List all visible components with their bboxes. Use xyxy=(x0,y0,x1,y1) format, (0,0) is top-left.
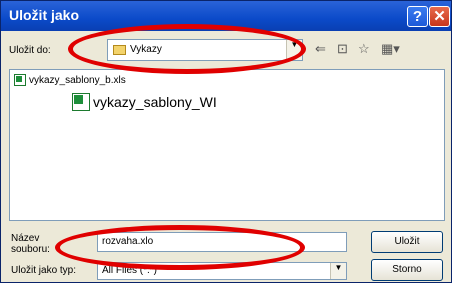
dialog-title: Uložit jako xyxy=(9,7,80,23)
cancel-button[interactable]: Storno xyxy=(371,259,443,281)
filename-label-line2: souboru: xyxy=(11,244,50,255)
filename-label: Název xyxy=(11,233,40,244)
xls-file-icon xyxy=(14,74,26,86)
filename-input[interactable]: rozvaha.xlo xyxy=(97,232,347,252)
lookin-label: Uložit do: xyxy=(9,45,51,56)
chevron-down-icon[interactable]: ▼ xyxy=(286,40,302,60)
chevron-down-icon[interactable]: ▼ xyxy=(330,263,346,279)
file-list: vykazy_sablony_b.xls vykazy_sablony_WI xyxy=(9,69,445,221)
filetype-select[interactable]: All Files (*.*) ▼ xyxy=(97,262,347,280)
back-arrow-icon[interactable]: ⇐ xyxy=(315,41,326,57)
save-as-dialog: Uložit jako ? ✕ Uložit do: Vykazy ▼ ⇐ ⊡ … xyxy=(0,0,452,283)
close-icon[interactable]: ✕ xyxy=(429,6,450,27)
folder-icon xyxy=(113,45,126,55)
list-item[interactable]: vykazy_sablony_b.xls xyxy=(14,74,126,86)
list-item[interactable]: vykazy_sablony_WI xyxy=(72,93,217,111)
filename-value: rozvaha.xlo xyxy=(102,236,154,247)
view-menu-icon[interactable]: ▦▾ xyxy=(381,41,400,57)
xls-file-icon xyxy=(72,93,90,111)
lookin-value: Vykazy xyxy=(130,44,162,55)
new-folder-icon[interactable]: ☆ xyxy=(358,41,370,57)
save-button[interactable]: Uložit xyxy=(371,231,443,253)
filetype-value: All Files (*.*) xyxy=(102,265,158,276)
up-folder-icon[interactable]: ⊡ xyxy=(337,41,348,57)
title-bar: Uložit jako ? ✕ xyxy=(1,1,451,31)
filetype-label: Uložit jako typ: xyxy=(11,265,77,276)
lookin-combo[interactable]: Vykazy ▼ xyxy=(107,39,303,61)
help-icon[interactable]: ? xyxy=(407,6,428,27)
